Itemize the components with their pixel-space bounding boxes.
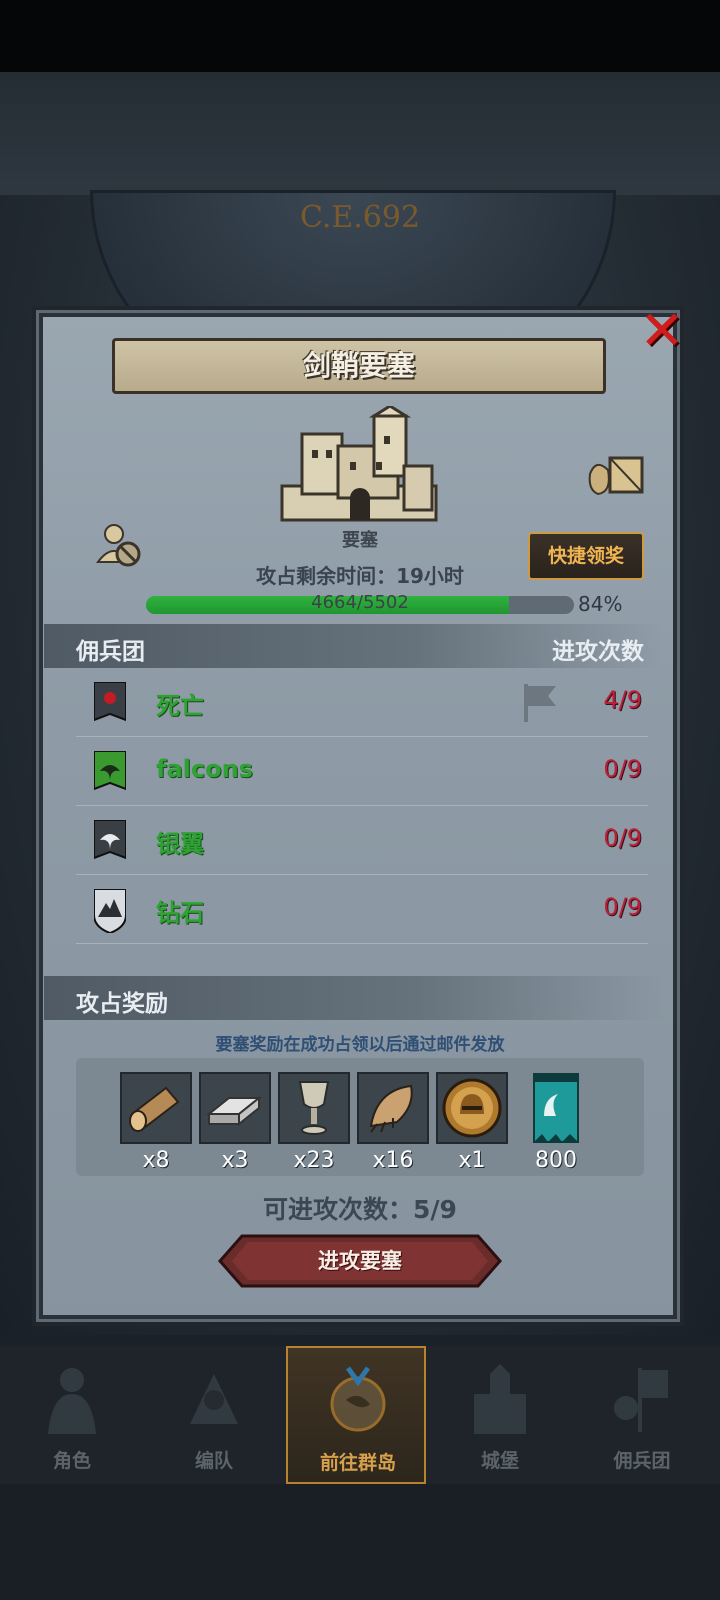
green-bird-banner-icon xyxy=(94,751,126,791)
reward-item[interactable]: 800 xyxy=(520,1072,592,1173)
guild-row[interactable]: 银翼 0/9 xyxy=(76,806,648,875)
era-label: C.E.692 xyxy=(299,200,421,235)
fortress-castle-icon xyxy=(280,406,438,522)
capture-progress-percent: 84% xyxy=(578,592,623,616)
reward-quantity: x3 xyxy=(221,1148,249,1173)
guild-attack-count: 0/9 xyxy=(603,755,642,783)
formation-icon xyxy=(190,1374,238,1424)
character-icon xyxy=(48,1368,96,1434)
reward-quantity: x8 xyxy=(142,1148,170,1173)
nav-label: 佣兵团 xyxy=(613,1450,671,1472)
capture-progress-text: 4664/5502 xyxy=(311,592,409,613)
white-bird-banner-icon xyxy=(94,820,126,860)
fur-pelt-icon xyxy=(369,1084,413,1133)
nav-label: 城堡 xyxy=(480,1450,519,1472)
nav-item-mercenary[interactable]: 佣兵团 xyxy=(572,1346,712,1484)
user-blocked-icon[interactable] xyxy=(96,522,142,568)
flag-icon xyxy=(524,684,556,722)
red-emblem-banner-icon xyxy=(94,682,126,722)
wood-log-icon xyxy=(129,1086,180,1132)
nav-label: 编队 xyxy=(194,1450,233,1472)
reward-notice: 要塞奖励在成功占领以后通过邮件发放 xyxy=(215,1035,505,1055)
goblet-icon xyxy=(298,1081,330,1135)
close-icon[interactable]: ✕ xyxy=(636,304,688,358)
islands-globe-icon xyxy=(330,1366,386,1432)
dialog-title: 剑鞘要塞 xyxy=(112,338,606,394)
top-bar xyxy=(0,0,720,72)
knight-helmet-coin-icon xyxy=(442,1078,502,1138)
mercenary-icon xyxy=(614,1368,668,1432)
guild-attack-count: 0/9 xyxy=(603,893,642,921)
reward-item[interactable]: x1 xyxy=(436,1072,508,1173)
nav-item-castle[interactable]: 城堡 xyxy=(430,1346,570,1484)
attack-attempts: 可进攻次数：5/9 xyxy=(263,1195,457,1224)
guild-name: falcons xyxy=(156,755,253,783)
remaining-time-prefix: 攻占剩余时间： xyxy=(256,564,397,588)
iron-ingot-icon xyxy=(206,1095,262,1127)
mountain-shield-icon xyxy=(94,889,126,933)
reward-quantity: 800 xyxy=(535,1148,577,1173)
nav-item-islands[interactable]: 前往群岛 xyxy=(286,1346,426,1484)
reward-quantity: x1 xyxy=(458,1148,486,1173)
mercenary-section-title: 佣兵团 xyxy=(76,639,145,665)
reward-item[interactable]: x3 xyxy=(199,1072,271,1173)
reward-item[interactable]: x16 xyxy=(357,1072,429,1173)
guild-row[interactable]: falcons 0/9 xyxy=(76,737,648,806)
reward-quantity: x23 xyxy=(293,1148,335,1173)
reward-section-title: 攻占奖励 xyxy=(76,991,168,1017)
nav-item-character[interactable]: 角色 xyxy=(2,1346,142,1484)
castle-icon xyxy=(474,1364,526,1434)
bottom-strip xyxy=(0,1484,720,1600)
attack-fortress-button[interactable]: 进攻要塞 xyxy=(218,1234,502,1288)
supply-crate-icon[interactable] xyxy=(586,450,646,498)
guild-name: 钻石 xyxy=(156,899,204,927)
quick-claim-button[interactable]: 快捷领奖 xyxy=(528,532,644,580)
guild-attack-count: 0/9 xyxy=(603,824,642,852)
reward-quantity: x16 xyxy=(372,1148,414,1173)
guild-row[interactable]: 钻石 0/9 xyxy=(76,875,648,944)
bottom-nav: 角色 编队 前往群岛 城堡 佣兵团 xyxy=(0,1346,720,1484)
nav-item-formation[interactable]: 编队 xyxy=(144,1346,284,1484)
reward-item[interactable]: x8 xyxy=(120,1072,192,1173)
guild-banner-icon xyxy=(533,1073,579,1143)
guild-attack-count: 4/9 xyxy=(603,686,642,714)
guild-name: 死亡 xyxy=(156,692,204,720)
nav-label: 前往群岛 xyxy=(319,1452,396,1474)
nav-label: 角色 xyxy=(52,1450,91,1472)
guild-name: 银翼 xyxy=(156,830,204,858)
reward-item[interactable]: x23 xyxy=(278,1072,350,1173)
attack-count-header: 进攻次数 xyxy=(552,639,644,665)
remaining-time-value: 19小时 xyxy=(396,564,464,588)
guild-row[interactable]: 死亡 4/9 xyxy=(76,668,648,737)
header-area xyxy=(0,72,720,200)
